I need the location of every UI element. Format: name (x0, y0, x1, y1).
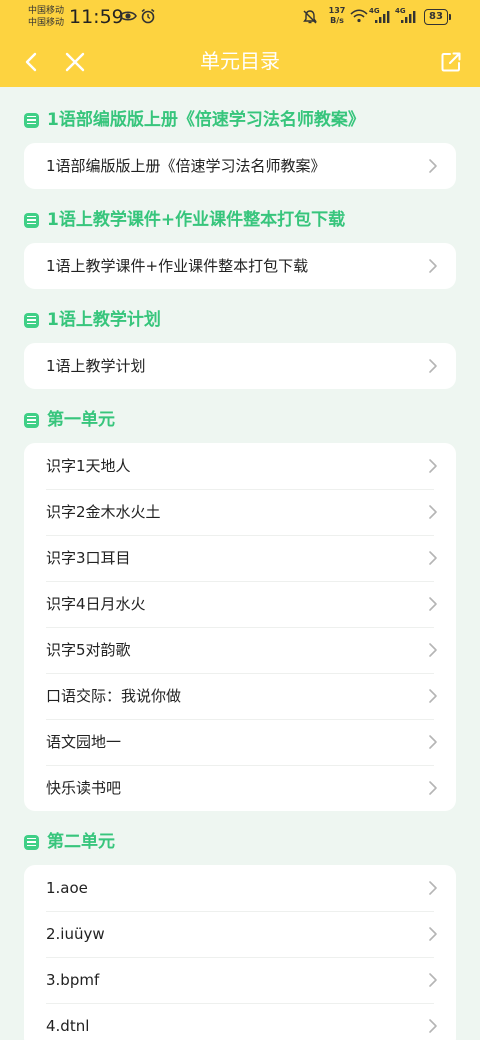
section-header: 第一单元 (24, 407, 480, 433)
chevron-right-icon (429, 973, 437, 987)
battery-indicator: 83 (424, 9, 451, 25)
section-header: 第二单元 (24, 829, 480, 855)
list-item-label: 语文园地一 (46, 733, 122, 751)
app-header: 中国移动 中国移动 11:59 137 B/s 4G 4G 83 单元目录 (0, 0, 480, 87)
list-item-label: 识字1天地人 (46, 457, 131, 475)
back-button[interactable] (17, 48, 45, 76)
section-header: 1语上教学计划 (24, 307, 480, 333)
list-item[interactable]: 识字2金木水火土 (24, 489, 456, 535)
catalog-section: 1语上教学计划 1语上教学计划 (0, 307, 480, 389)
list-icon (24, 412, 39, 428)
list-icon (24, 112, 39, 128)
share-button[interactable] (437, 48, 465, 76)
list-item-label: 1语上教学计划 (46, 357, 146, 375)
chevron-right-icon (429, 643, 437, 657)
signal-icon-2 (401, 11, 416, 23)
close-button[interactable] (61, 48, 89, 76)
wifi-icon (350, 9, 368, 23)
chevron-right-icon (429, 1019, 437, 1033)
navigation-bar: 单元目录 (0, 36, 480, 87)
close-icon (65, 52, 85, 72)
list-item-label: 4.dtnl (46, 1017, 90, 1035)
chevron-right-icon (429, 505, 437, 519)
list-item[interactable]: 4.dtnl (24, 1003, 456, 1040)
section-header: 1语部编版版上册《倍速学习法名师教案》 (24, 107, 480, 133)
chevron-right-icon (429, 159, 437, 173)
carrier-2: 中国移动 (28, 18, 65, 28)
network-speed-unit: B/s (330, 16, 344, 25)
catalog-section: 1语部编版版上册《倍速学习法名师教案》 1语部编版版上册《倍速学习法名师教案》 (0, 107, 480, 189)
eye-icon (119, 11, 137, 21)
list-item-label: 1语上教学课件+作业课件整本打包下载 (46, 257, 309, 275)
list-item[interactable]: 2.iuüyw (24, 911, 456, 957)
list-icon (24, 212, 39, 228)
list-item-label: 2.iuüyw (46, 925, 105, 943)
list-item-label: 识字4日月水火 (46, 595, 146, 613)
list-item[interactable]: 识字3口耳目 (24, 535, 456, 581)
chevron-right-icon (429, 359, 437, 373)
list-item[interactable]: 识字4日月水火 (24, 581, 456, 627)
catalog-section: 第二单元 1.aoe 2.iuüyw 3.bpmf 4.dtnl (0, 829, 480, 1040)
section-card: 1.aoe 2.iuüyw 3.bpmf 4.dtnl (24, 865, 456, 1040)
carrier-1: 中国移动 (28, 6, 65, 16)
chevron-right-icon (429, 689, 437, 703)
list-icon (24, 312, 39, 328)
list-item[interactable]: 识字1天地人 (24, 443, 456, 489)
share-icon (441, 52, 461, 72)
section-title: 第一单元 (47, 410, 115, 430)
chevron-right-icon (429, 551, 437, 565)
section-header: 1语上教学课件+作业课件整本打包下载 (24, 207, 480, 233)
chevron-right-icon (429, 459, 437, 473)
list-item[interactable]: 3.bpmf (24, 957, 456, 1003)
list-item-label: 快乐读书吧 (46, 779, 122, 797)
list-item[interactable]: 1语部编版版上册《倍速学习法名师教案》 (24, 143, 456, 189)
chevron-right-icon (429, 781, 437, 795)
status-bar: 中国移动 中国移动 11:59 137 B/s 4G 4G 83 (0, 0, 480, 36)
list-item-label: 识字2金木水火土 (46, 503, 161, 521)
list-item-label: 识字5对韵歌 (46, 641, 131, 659)
list-item-label: 1语部编版版上册《倍速学习法名师教案》 (46, 157, 326, 175)
section-card: 识字1天地人 识字2金木水火土 识字3口耳目 识字4日月水火 识字5对韵歌 口语… (24, 443, 456, 811)
chevron-left-icon (25, 52, 37, 72)
signal-icon (375, 11, 390, 23)
chevron-right-icon (429, 597, 437, 611)
carrier-labels: 中国移动 中国移动 (28, 5, 72, 29)
network-speed-value: 137 (328, 6, 346, 15)
list-item[interactable]: 1.aoe (24, 865, 456, 911)
list-item-label: 3.bpmf (46, 971, 100, 989)
section-card: 1语上教学计划 (24, 343, 456, 389)
list-item[interactable]: 识字5对韵歌 (24, 627, 456, 673)
chevron-right-icon (429, 735, 437, 749)
list-item[interactable]: 1语上教学计划 (24, 343, 456, 389)
list-item-label: 1.aoe (46, 879, 88, 897)
list-item[interactable]: 快乐读书吧 (24, 765, 456, 811)
section-title: 第二单元 (47, 832, 115, 852)
list-item[interactable]: 1语上教学课件+作业课件整本打包下载 (24, 243, 456, 289)
network-speed: 137 B/s (327, 6, 347, 26)
section-title: 1语部编版版上册《倍速学习法名师教案》 (47, 110, 365, 130)
list-item[interactable]: 口语交际：我说你做 (24, 673, 456, 719)
chevron-right-icon (429, 927, 437, 941)
list-item-label: 口语交际：我说你做 (46, 687, 182, 705)
page-title: 单元目录 (200, 49, 280, 73)
section-card: 1语部编版版上册《倍速学习法名师教案》 (24, 143, 456, 189)
catalog-section: 第一单元 识字1天地人 识字2金木水火土 识字3口耳目 识字4日月水火 识字5对… (0, 407, 480, 811)
list-item[interactable]: 语文园地一 (24, 719, 456, 765)
list-item-label: 识字3口耳目 (46, 549, 131, 567)
clock: 11:59 (69, 6, 124, 28)
chevron-right-icon (429, 881, 437, 895)
unit-catalog-list[interactable]: 1语部编版版上册《倍速学习法名师教案》 1语部编版版上册《倍速学习法名师教案》 … (0, 87, 480, 1040)
section-card: 1语上教学课件+作业课件整本打包下载 (24, 243, 456, 289)
catalog-section: 1语上教学课件+作业课件整本打包下载 1语上教学课件+作业课件整本打包下载 (0, 207, 480, 289)
mute-icon (303, 10, 317, 24)
chevron-right-icon (429, 259, 437, 273)
alarm-icon (141, 8, 155, 24)
list-icon (24, 834, 39, 850)
section-title: 1语上教学课件+作业课件整本打包下载 (47, 210, 346, 230)
section-title: 1语上教学计划 (47, 310, 161, 330)
